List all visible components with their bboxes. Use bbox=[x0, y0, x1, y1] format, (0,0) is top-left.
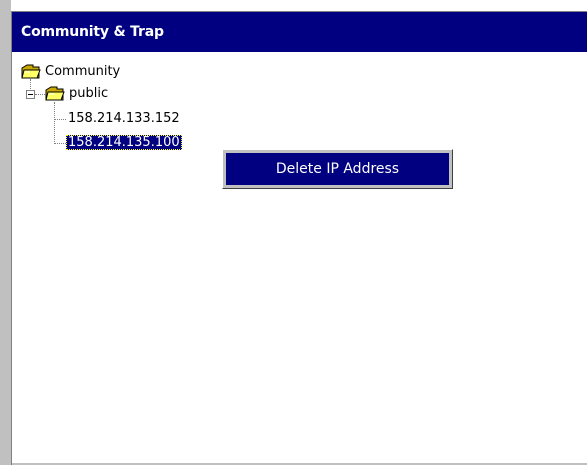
folder-icon bbox=[21, 64, 41, 80]
tree-node-label: Community bbox=[45, 64, 121, 79]
app-window: Community & Trap Community public 158.21… bbox=[0, 0, 587, 465]
tree-node-ip-address-selected[interactable]: 158.214.135.100 bbox=[66, 133, 182, 153]
tree-connector bbox=[54, 143, 66, 144]
tree-node-ip-address[interactable]: 158.214.133.152 bbox=[68, 109, 180, 129]
tree-connector bbox=[35, 94, 45, 95]
context-menu: Delete IP Address bbox=[222, 149, 453, 189]
panel-title: Community & Trap bbox=[12, 12, 587, 52]
collapse-toggle-icon[interactable] bbox=[26, 90, 35, 99]
community-tree[interactable]: Community public 158.214.133.152 158.214… bbox=[12, 52, 587, 462]
left-frame-border bbox=[0, 0, 11, 465]
tree-connector bbox=[54, 119, 66, 120]
tree-node-label: 158.214.133.152 bbox=[68, 111, 180, 126]
folder-icon bbox=[45, 86, 65, 102]
community-trap-panel: Community & Trap Community public 158.21… bbox=[11, 11, 587, 465]
delete-ip-address-menu-item[interactable]: Delete IP Address bbox=[226, 153, 449, 185]
tree-node-label: 158.214.135.100 bbox=[66, 135, 182, 150]
tree-node-label: public bbox=[69, 86, 109, 101]
tree-connector bbox=[54, 102, 55, 144]
